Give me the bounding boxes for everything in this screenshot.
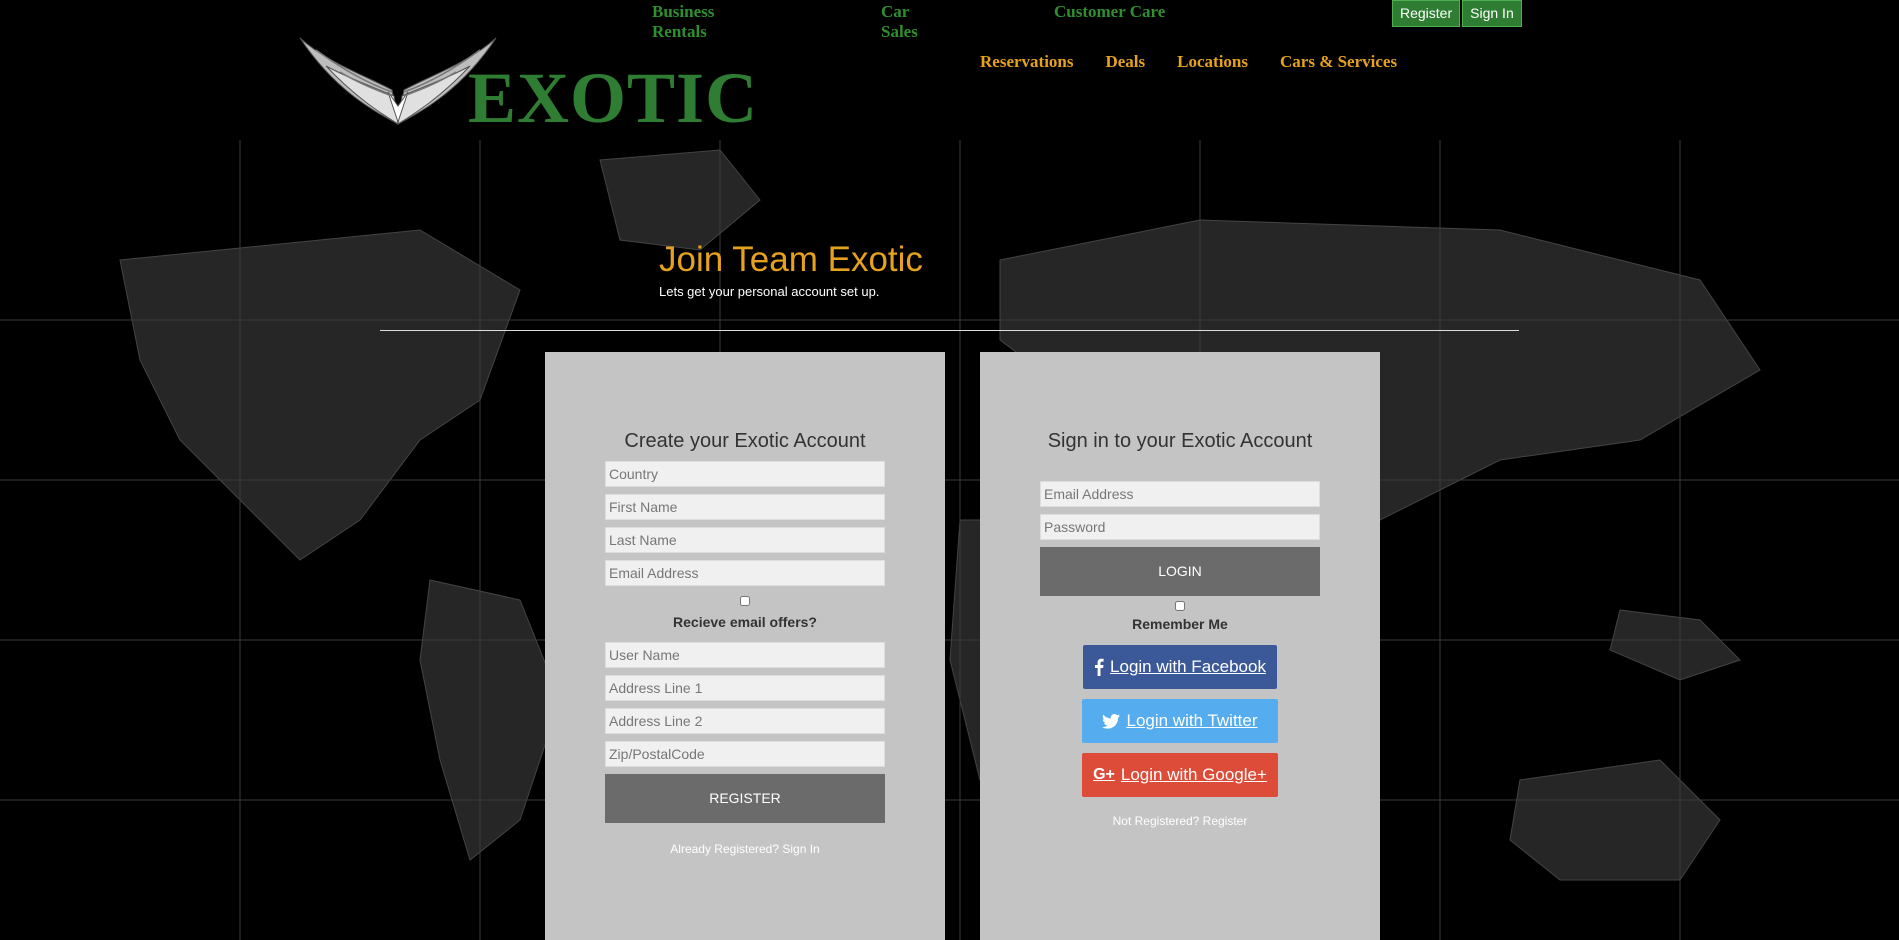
auth-buttons: Register Sign In	[1392, 0, 1522, 27]
google-plus-icon: G+	[1093, 766, 1115, 783]
address-line-1-field[interactable]	[605, 675, 885, 701]
page-title: Join Team Exotic	[659, 240, 923, 279]
register-button[interactable]: REGISTER	[605, 774, 885, 823]
divider	[380, 330, 1519, 331]
google-login-button[interactable]: G+ Login with Google+	[1082, 753, 1278, 797]
already-registered-text: Already Registered? Sign In	[545, 842, 945, 856]
register-panel: Create your Exotic Account Recieve email…	[545, 352, 945, 940]
top-link-business-rentals[interactable]: Business Rentals	[652, 2, 714, 42]
not-registered-label: Not Registered?	[1112, 814, 1203, 828]
sign-in-top-button[interactable]: Sign In	[1462, 0, 1522, 27]
world-map-background	[0, 140, 1899, 940]
twitter-icon	[1102, 713, 1121, 729]
nav-locations[interactable]: Locations	[1177, 52, 1248, 72]
twitter-login-button[interactable]: Login with Twitter	[1082, 699, 1278, 743]
email-offers-label: Recieve email offers?	[673, 614, 817, 630]
zip-field[interactable]	[605, 741, 885, 767]
register-heading: Create your Exotic Account	[624, 430, 866, 452]
facebook-login-label: Login with Facebook	[1110, 657, 1266, 676]
register-link[interactable]: Register	[1203, 814, 1248, 828]
already-registered-label: Already Registered?	[670, 842, 783, 856]
nav-reservations[interactable]: Reservations	[980, 52, 1073, 72]
logo-wordmark[interactable]: EXOTIC	[468, 62, 758, 134]
last-name-field[interactable]	[605, 527, 885, 553]
remember-me-label: Remember Me	[1132, 616, 1228, 632]
login-panel: Sign in to your Exotic Account LOGIN Rem…	[980, 352, 1380, 940]
first-name-field[interactable]	[605, 494, 885, 520]
facebook-icon	[1095, 658, 1104, 676]
nav-cars-services[interactable]: Cars & Services	[1280, 52, 1397, 72]
top-link-customer-care[interactable]: Customer Care	[1054, 2, 1165, 22]
login-button[interactable]: LOGIN	[1040, 547, 1320, 596]
email-offers-checkbox[interactable]	[740, 596, 750, 606]
sign-in-link[interactable]: Sign In	[782, 842, 819, 856]
not-registered-text: Not Registered? Register	[980, 814, 1380, 828]
remember-me-checkbox[interactable]	[1175, 601, 1185, 611]
country-field[interactable]	[605, 461, 885, 487]
password-field[interactable]	[1040, 514, 1320, 540]
login-email-field[interactable]	[1040, 481, 1320, 507]
register-top-button[interactable]: Register	[1392, 0, 1461, 27]
address-line-2-field[interactable]	[605, 708, 885, 734]
register-email-field[interactable]	[605, 560, 885, 586]
main-nav: Reservations Deals Locations Cars & Serv…	[980, 52, 1397, 72]
facebook-login-button[interactable]: Login with Facebook	[1083, 645, 1277, 689]
google-login-label: Login with Google+	[1120, 765, 1267, 784]
nav-deals[interactable]: Deals	[1105, 52, 1145, 72]
top-link-car-sales[interactable]: Car Sales	[881, 2, 918, 42]
login-heading: Sign in to your Exotic Account	[1047, 430, 1313, 452]
twitter-login-label: Login with Twitter	[1126, 711, 1258, 730]
user-name-field[interactable]	[605, 642, 885, 668]
page-subtitle: Lets get your personal account set up.	[659, 284, 880, 299]
